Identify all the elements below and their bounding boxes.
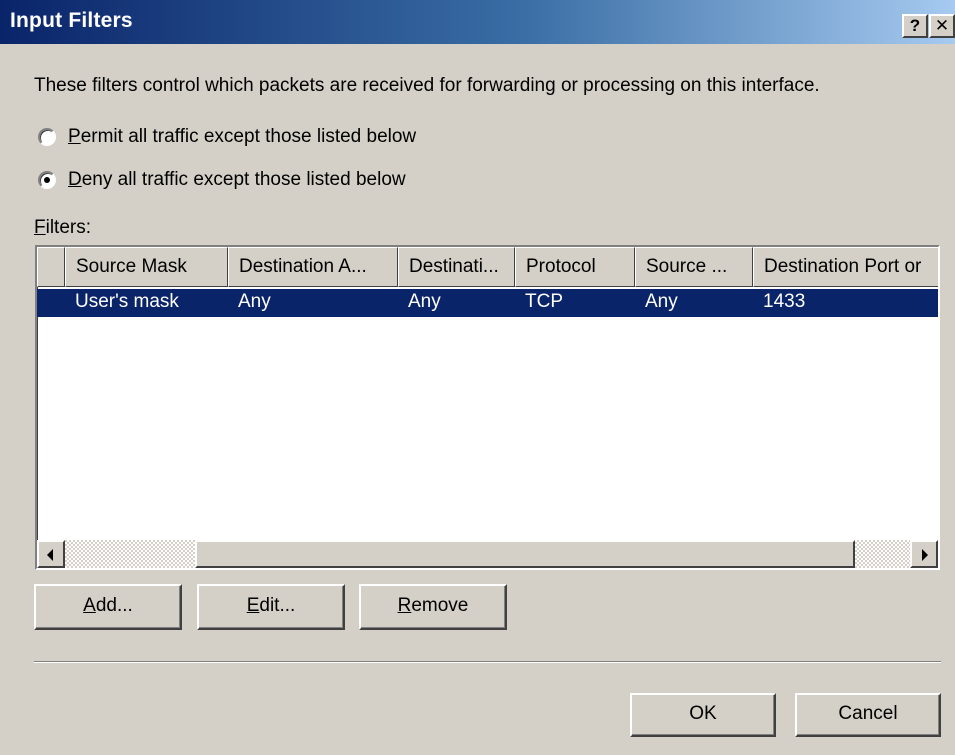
scroll-left-arrow-icon[interactable]	[37, 540, 65, 568]
cell-destination-mask: Any	[408, 291, 441, 312]
deny-all-radio[interactable]	[38, 171, 56, 189]
cancel-button[interactable]: Cancel	[795, 693, 941, 737]
title-bar: Input Filters ? ✕	[0, 0, 955, 44]
cell-source-port: Any	[645, 291, 678, 312]
scrollbar-thumb[interactable]	[195, 540, 855, 568]
edit-button[interactable]: Edit...	[197, 584, 345, 630]
column-header-destination-port[interactable]: Destination Port or	[753, 247, 938, 287]
permit-all-radio[interactable]	[38, 128, 56, 146]
remove-button[interactable]: Remove	[359, 584, 507, 630]
cell-protocol: TCP	[525, 291, 563, 312]
help-button[interactable]: ?	[902, 14, 928, 38]
horizontal-scrollbar[interactable]	[37, 540, 938, 568]
column-header-source-port[interactable]: Source ...	[635, 247, 753, 287]
separator	[34, 661, 941, 663]
table-row[interactable]: User's mask Any Any TCP Any 1433	[37, 289, 938, 317]
scroll-right-arrow-icon[interactable]	[910, 540, 938, 568]
ok-button[interactable]: OK	[630, 693, 776, 737]
dialog-description: These filters control which packets are …	[34, 75, 820, 96]
filters-list-header: Source Mask Destination A... Destinati..…	[37, 247, 938, 287]
cell-source-mask: User's mask	[75, 291, 179, 312]
permit-all-radio-label[interactable]: Permit all traffic except those listed b…	[68, 126, 416, 148]
deny-all-radio-label[interactable]: Deny all traffic except those listed bel…	[68, 169, 406, 191]
cell-destination-address: Any	[238, 291, 271, 312]
input-filters-dialog: Input Filters ? ✕ These filters control …	[0, 0, 955, 755]
add-button[interactable]: Add...	[34, 584, 182, 630]
filters-label: Filters:	[34, 217, 92, 238]
column-header-destination-address[interactable]: Destination A...	[228, 247, 398, 287]
window-title: Input Filters	[10, 9, 133, 32]
filters-list[interactable]: Source Mask Destination A... Destinati..…	[35, 245, 940, 570]
column-header-blank[interactable]	[37, 247, 65, 287]
column-header-source-mask[interactable]: Source Mask	[65, 247, 228, 287]
close-button[interactable]: ✕	[929, 14, 955, 38]
column-header-destination-mask[interactable]: Destinati...	[398, 247, 515, 287]
column-header-protocol[interactable]: Protocol	[515, 247, 635, 287]
cell-destination-port: 1433	[763, 291, 806, 312]
